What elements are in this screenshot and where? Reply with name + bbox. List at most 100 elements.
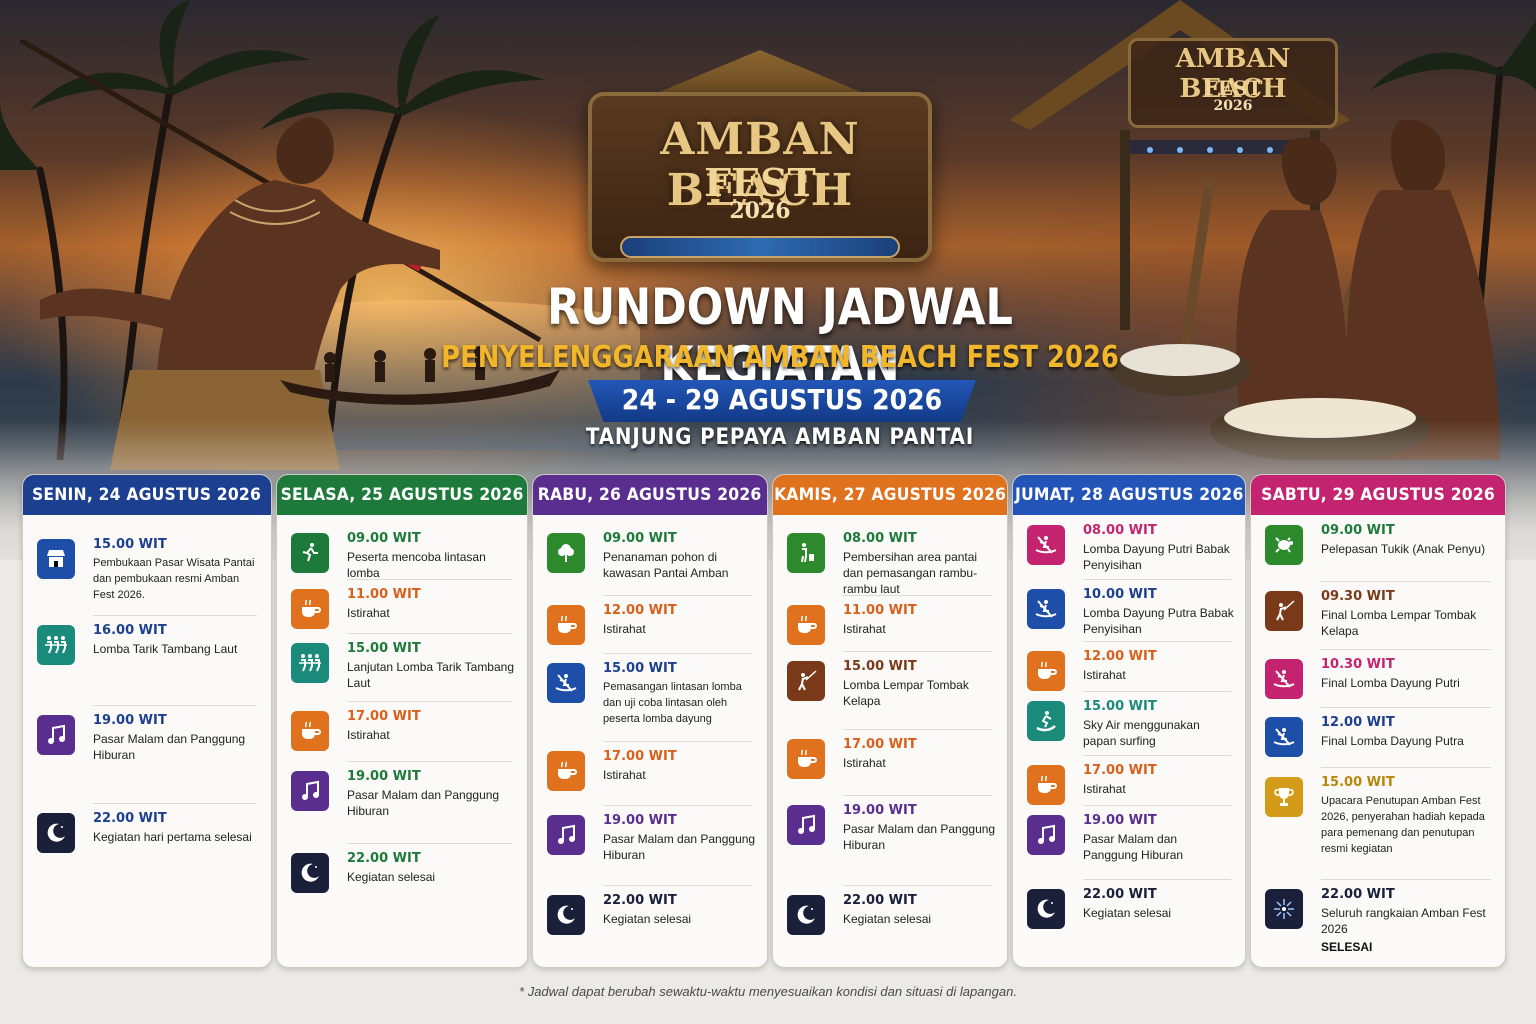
item-divider <box>347 701 513 702</box>
schedule-item: 16.00 WIT Lomba Tarik Tambang Laut <box>37 623 261 679</box>
event-description: Final Lomba Lempar Tombak Kelapa <box>1321 607 1495 639</box>
day-date-label: KAMIS, 27 AGUSTUS 2026 <box>773 485 1007 505</box>
day-date-label: SELASA, 25 AGUSTUS 2026 <box>280 485 524 505</box>
event-description-text: Kegiatan hari pertama selesai <box>93 830 252 844</box>
schedule-item: 17.00 WIT Istirahat <box>291 709 517 765</box>
tree-icon <box>547 533 585 573</box>
item-divider <box>1083 805 1231 806</box>
event-time: 22.00 WIT <box>347 851 421 866</box>
event-description: Pembukaan Pasar Wisata Pantai dan pembuk… <box>93 555 261 603</box>
day-card-header: RABU, 26 AGUSTUS 2026 <box>533 475 767 515</box>
event-description: Istirahat <box>603 621 757 637</box>
item-divider <box>1083 879 1231 880</box>
event-time: 09.30 WIT <box>1321 589 1395 604</box>
event-description: Istirahat <box>1083 667 1235 683</box>
event-description-text: Final Lomba Dayung Putri <box>1321 676 1460 690</box>
event-description: Kegiatan selesai <box>347 869 517 885</box>
item-divider <box>347 843 513 844</box>
event-description-text: Kegiatan selesai <box>1083 906 1172 920</box>
event-time: 22.00 WIT <box>1083 887 1157 902</box>
rowing-icon <box>1265 717 1303 757</box>
event-description: Istirahat <box>347 727 517 743</box>
runner-icon <box>291 533 329 573</box>
day-date-label: SABTU, 29 AGUSTUS 2026 <box>1261 485 1495 505</box>
item-divider <box>603 741 753 742</box>
schedule-item: 09.00 WIT Penanaman pohon di kawasan Pant… <box>547 531 757 587</box>
event-description: Peserta mencoba lintasan lomba <box>347 549 517 581</box>
event-description: Pasar Malam dan Panggung Hiburan <box>1083 831 1235 863</box>
footnote: * Jadwal dapat berubah sewaktu-waktu men… <box>519 984 1017 999</box>
coffee-cup-icon <box>1027 765 1065 805</box>
schedule-item: 09.30 WIT Final Lomba Lempar Tombak Kelap… <box>1265 589 1495 645</box>
event-time: 15.00 WIT <box>843 659 917 674</box>
event-description-text: Istirahat <box>843 622 886 636</box>
event-description: Sky Air menggunakan papan surfing <box>1083 717 1235 749</box>
surfer-icon <box>1027 701 1065 741</box>
item-divider <box>1083 641 1231 642</box>
event-description: Istirahat <box>603 767 757 783</box>
day-card-kamis: KAMIS, 27 AGUSTUS 2026 08.00 WIT Pembersih… <box>772 474 1008 968</box>
event-description-text: Pasar Malam dan Panggung Hiburan <box>93 732 246 762</box>
item-divider <box>347 579 513 580</box>
schedule-item: 22.00 WIT Kegiatan hari pertama selesai <box>37 811 261 867</box>
event-time: 15.00 WIT <box>1321 775 1395 790</box>
schedule-item: 11.00 WIT Istirahat <box>291 587 517 643</box>
event-description: Pasar Malam dan Panggung Hiburan <box>603 831 757 863</box>
schedule-item: 12.00 WIT Istirahat <box>1027 649 1235 705</box>
schedule-item: 22.00 WIT Kegiatan selesai <box>547 893 757 949</box>
event-extra-label: SELESAI <box>1321 940 1373 954</box>
schedule-item: 12.00 WIT Final Lomba Dayung Putra <box>1265 715 1495 771</box>
event-description-text: Pasar Malam dan Panggung Hiburan <box>1083 832 1184 862</box>
page-title: RUNDOWN JADWAL KEGIATAN <box>547 278 1013 394</box>
day-card-rabu: RABU, 26 AGUSTUS 2026 09.00 WIT Penanaman … <box>532 474 768 968</box>
item-divider <box>1321 581 1491 582</box>
trophy-icon <box>1265 777 1303 817</box>
schedule-item: 19.00 WIT Pasar Malam dan Panggung Hibura… <box>291 769 517 825</box>
item-divider <box>603 885 753 886</box>
schedule-item: 19.00 WIT Pasar Malam dan Panggung Hibura… <box>787 803 997 859</box>
event-time: 19.00 WIT <box>603 813 677 828</box>
event-description: Kegiatan selesai <box>1083 905 1235 921</box>
day-card-header: SELASA, 25 AGUSTUS 2026 <box>277 475 527 515</box>
schedule-item: 17.00 WIT Istirahat <box>787 737 997 793</box>
music-note-icon <box>1027 815 1065 855</box>
event-time: 11.00 WIT <box>347 587 421 602</box>
event-time: 11.00 WIT <box>843 603 917 618</box>
event-description-text: Pasar Malam dan Panggung Hiburan <box>347 788 500 818</box>
item-divider <box>1321 879 1491 880</box>
event-description-text: Pemasangan lintasan lomba dan uji coba l… <box>603 681 742 725</box>
event-description: Kegiatan selesai <box>843 911 997 927</box>
schedule-item: 17.00 WIT Istirahat <box>1027 763 1235 819</box>
logo-year: 2026 <box>729 198 791 224</box>
event-description-text: Kegiatan selesai <box>347 870 436 884</box>
event-description-text: Peserta mencoba lintasan lomba <box>347 550 486 580</box>
music-note-icon <box>547 815 585 855</box>
event-description: Lomba Lempar Tombak Kelapa <box>843 677 997 709</box>
schedule-item: 22.00 WIT Kegiatan selesai <box>787 893 997 949</box>
music-note-icon <box>291 771 329 811</box>
event-description: Pelepasan Tukik (Anak Penyu) <box>1321 541 1495 557</box>
day-card-senin: SENIN, 24 AGUSTUS 2026 15.00 WIT Pembukaan… <box>22 474 272 968</box>
moon-icon <box>291 853 329 893</box>
event-description: Pasar Malam dan Panggung Hiburan <box>93 731 261 763</box>
item-divider <box>1083 755 1231 756</box>
event-time: 12.00 WIT <box>1321 715 1395 730</box>
event-dates: 24 - 29 AGUSTUS 2026 <box>621 383 943 416</box>
coffee-cup-icon <box>547 751 585 791</box>
item-divider <box>603 805 753 806</box>
rowing-icon <box>1027 525 1065 565</box>
event-description-text: Pembukaan Pasar Wisata Pantai dan pembuk… <box>93 557 255 601</box>
coffee-cup-icon <box>547 605 585 645</box>
day-card-jumat: JUMAT, 28 AGUSTUS 2026 08.00 WIT Lomba Day… <box>1012 474 1246 968</box>
coffee-cup-icon <box>787 739 825 779</box>
spear-throw-icon <box>787 661 825 701</box>
event-description: Pasar Malam dan Panggung Hiburan <box>347 787 517 819</box>
event-description-text: Pasar Malam dan Panggung Hiburan <box>843 822 996 852</box>
rowing-icon <box>547 663 585 703</box>
event-time: 19.00 WIT <box>1083 813 1157 828</box>
item-divider <box>843 795 993 796</box>
turtle-icon <box>1265 525 1303 565</box>
event-time: 12.00 WIT <box>603 603 677 618</box>
day-date-label: RABU, 26 AGUSTUS 2026 <box>538 485 762 505</box>
item-divider <box>93 615 257 616</box>
